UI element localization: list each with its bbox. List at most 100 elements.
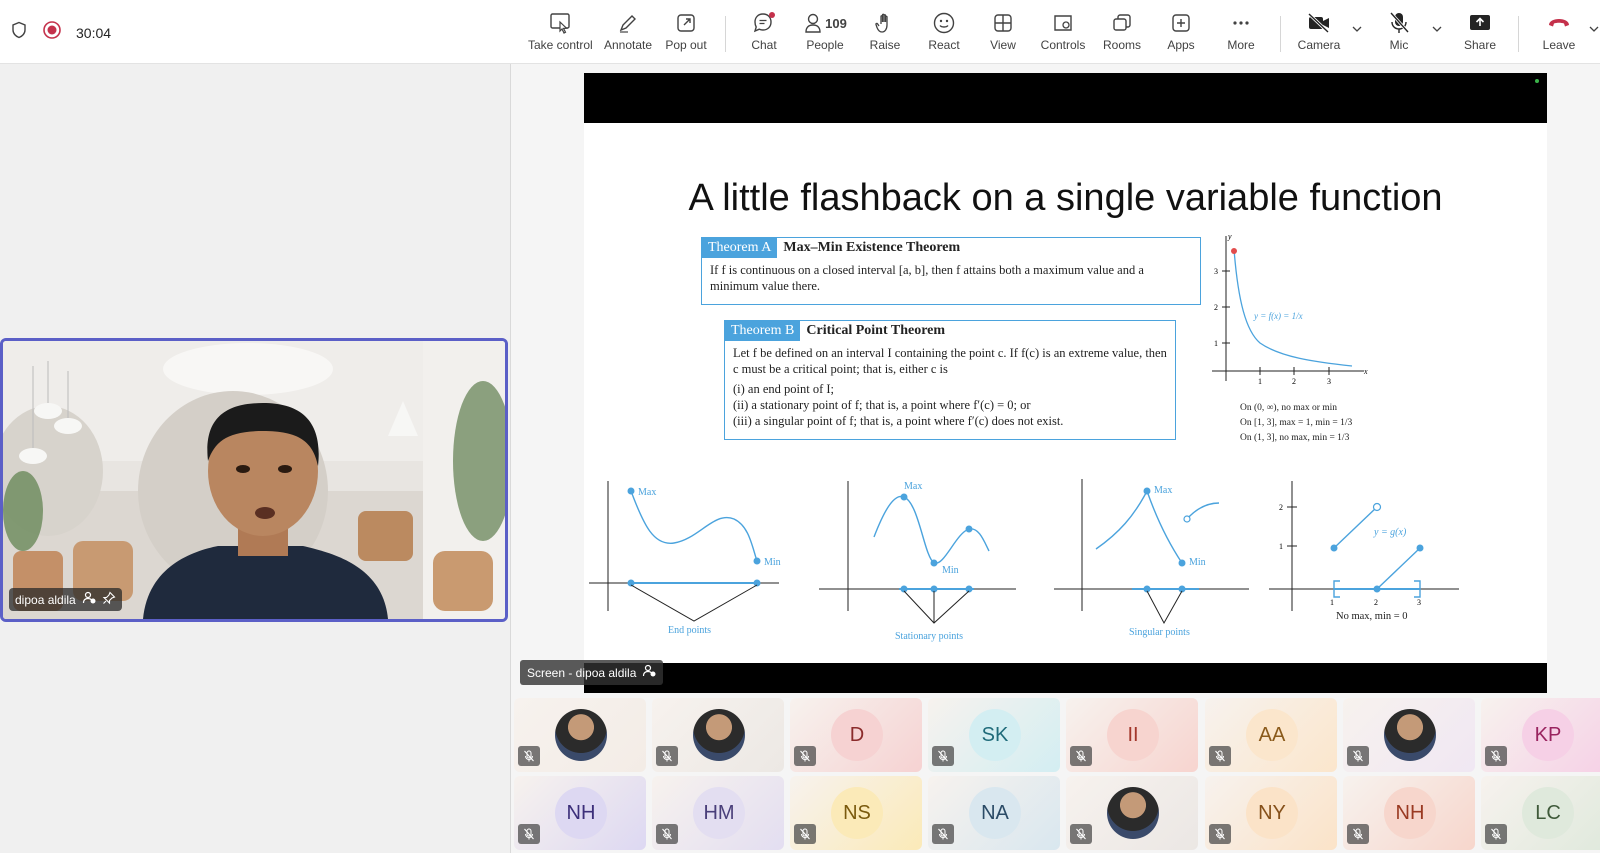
- theorem-b-statement: Let f be defined on an interval I contai…: [733, 346, 1167, 376]
- controls-button[interactable]: Controls: [1037, 10, 1089, 60]
- participant-tile[interactable]: KP: [1481, 698, 1600, 772]
- mic-off-icon: [656, 746, 678, 766]
- self-name-chip: dipoa aldila: [9, 588, 122, 611]
- mic-off-icon: [1347, 746, 1369, 766]
- chat-button[interactable]: Chat: [744, 10, 784, 60]
- participant-status: [518, 746, 540, 766]
- person-icon: [805, 13, 821, 33]
- svg-text:Singular points: Singular points: [1129, 627, 1190, 638]
- avatar: [1384, 709, 1436, 761]
- y-tick-label: 3: [1214, 267, 1218, 276]
- apps-button[interactable]: Apps: [1163, 10, 1199, 60]
- pop-out-label: Pop out: [665, 38, 707, 52]
- participant-tile[interactable]: NH: [514, 776, 646, 850]
- participant-status: [932, 824, 954, 844]
- participant-tile[interactable]: LC: [1481, 776, 1600, 850]
- rooms-icon: [1101, 10, 1143, 36]
- svg-text:Min: Min: [942, 565, 959, 576]
- svg-text:2: 2: [1374, 598, 1378, 607]
- pane-divider[interactable]: [510, 64, 511, 853]
- participant-tile[interactable]: D: [790, 698, 922, 772]
- critical-point-diagrams: Max Min End points Max Min Stationary po…: [589, 479, 1459, 642]
- smile-icon: [925, 10, 963, 36]
- status-dot-icon: [1535, 79, 1539, 83]
- annotate-button[interactable]: Annotate: [600, 10, 656, 60]
- participant-tile[interactable]: [1343, 698, 1475, 772]
- participant-tile[interactable]: SK: [928, 698, 1060, 772]
- participant-tile[interactable]: NA: [928, 776, 1060, 850]
- participant-status: [1485, 746, 1507, 766]
- participant-status: [1070, 824, 1092, 844]
- theorem-a-name: Max–Min Existence Theorem: [783, 240, 961, 255]
- controls-label: Controls: [1040, 38, 1086, 52]
- pop-out-button[interactable]: Pop out: [662, 10, 710, 60]
- participant-tile[interactable]: [514, 698, 646, 772]
- camera-button[interactable]: Camera: [1294, 10, 1344, 60]
- avatar: II: [1107, 709, 1159, 761]
- self-name: dipoa aldila: [15, 592, 76, 607]
- participant-status: [1347, 824, 1369, 844]
- mic-button[interactable]: Mic: [1378, 10, 1420, 60]
- take-control-button[interactable]: Take control: [528, 10, 593, 60]
- react-label: React: [928, 38, 960, 52]
- participant-tile[interactable]: [1066, 776, 1198, 850]
- avatar: [693, 709, 745, 761]
- self-video-tile[interactable]: dipoa aldila: [0, 338, 508, 622]
- mic-off-icon: [932, 746, 954, 766]
- participant-tile[interactable]: NH: [1343, 776, 1475, 850]
- more-icon: [1223, 10, 1259, 36]
- avatar: NH: [555, 787, 607, 839]
- svg-text:1: 1: [1279, 542, 1283, 551]
- participant-status: [794, 746, 816, 766]
- meeting-status: 30:04: [10, 20, 111, 45]
- graph-note: On [1, 3], max = 1, min = 1/3: [1240, 418, 1353, 428]
- svg-text:Min: Min: [1189, 557, 1206, 568]
- rooms-button[interactable]: Rooms: [1101, 10, 1143, 60]
- x-tick-label: 1: [1258, 377, 1262, 386]
- mic-off-icon: [1070, 824, 1092, 844]
- svg-text:1: 1: [1330, 598, 1334, 607]
- leave-options-chevron-icon[interactable]: [1588, 22, 1600, 41]
- participant-tile[interactable]: AA: [1205, 698, 1337, 772]
- mic-off-icon: [1209, 824, 1231, 844]
- camera-off-icon: [1294, 10, 1344, 36]
- mic-off-icon: [518, 746, 540, 766]
- people-count: 109: [825, 15, 847, 31]
- participant-status: [656, 746, 678, 766]
- more-button[interactable]: More: [1223, 10, 1259, 60]
- participant-tile[interactable]: II: [1066, 698, 1198, 772]
- avatar: SK: [969, 709, 1021, 761]
- people-button[interactable]: 109 People: [798, 10, 852, 60]
- mic-options-chevron-icon[interactable]: [1430, 22, 1444, 41]
- mic-off-icon: [794, 746, 816, 766]
- participant-status: [656, 824, 678, 844]
- y-tick-label: 1: [1214, 339, 1218, 348]
- participant-tile[interactable]: NS: [790, 776, 922, 850]
- mic-off-icon: [1378, 10, 1420, 36]
- view-button[interactable]: View: [985, 10, 1021, 60]
- participant-tile[interactable]: [652, 698, 784, 772]
- mic-off-icon: [1485, 746, 1507, 766]
- function-label: y = f(x) = 1/x: [1254, 311, 1303, 321]
- participant-status: [1209, 746, 1231, 766]
- camera-options-chevron-icon[interactable]: [1350, 22, 1364, 41]
- apps-label: Apps: [1167, 38, 1195, 52]
- screen-share-name: Screen - dipoa aldila: [527, 665, 637, 680]
- graph-note: On (1, 3], no max, min = 1/3: [1240, 433, 1350, 443]
- leave-button[interactable]: Leave: [1538, 10, 1580, 60]
- pin-icon[interactable]: [102, 591, 116, 608]
- participant-tile[interactable]: HM: [652, 776, 784, 850]
- theorem-b-tag: Theorem B: [725, 321, 801, 341]
- grid-icon: [985, 10, 1021, 36]
- organizer-icon: [82, 591, 96, 608]
- shared-screen[interactable]: A little flashback on a single variable …: [584, 73, 1547, 693]
- svg-text:End points: End points: [668, 625, 711, 636]
- participant-tile[interactable]: NY: [1205, 776, 1337, 850]
- avatar: NY: [1246, 787, 1298, 839]
- mic-off-icon: [1070, 746, 1092, 766]
- react-button[interactable]: React: [925, 10, 963, 60]
- share-button[interactable]: Share: [1460, 10, 1500, 60]
- raise-hand-button[interactable]: Raise: [866, 10, 904, 60]
- theorem-a-tag: Theorem A: [702, 238, 778, 258]
- more-label: More: [1227, 38, 1255, 52]
